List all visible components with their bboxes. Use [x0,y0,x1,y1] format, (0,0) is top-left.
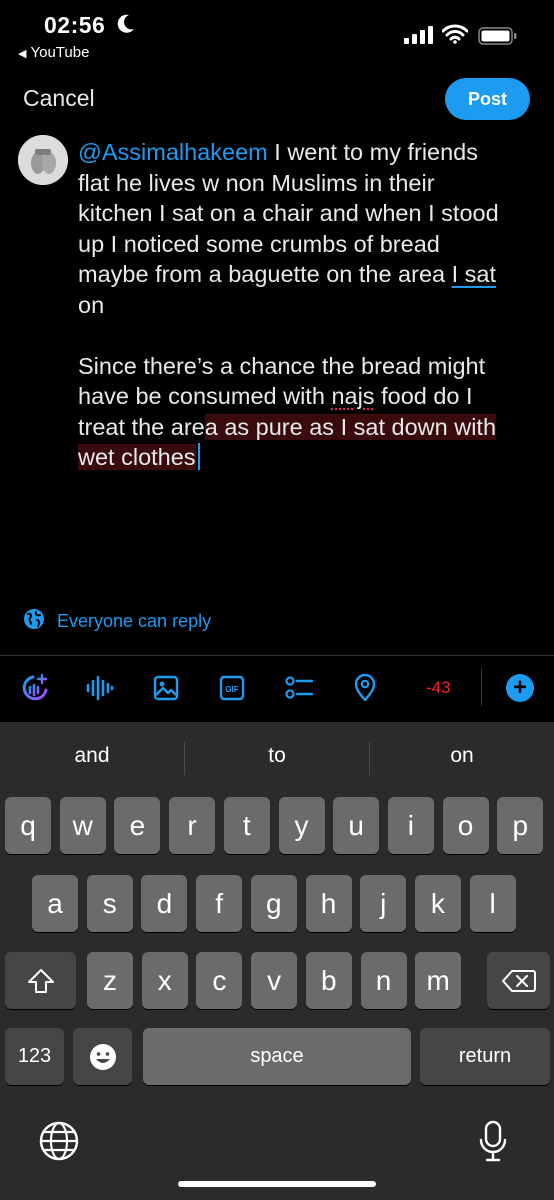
key-n[interactable]: n [360,952,407,1009]
compose-line: treat the area as pure as I sat down wit… [78,413,497,440]
mention-link[interactable]: @Assimalhakeem [78,139,268,165]
numbers-key[interactable]: 123 [5,1028,64,1085]
key-x[interactable]: x [141,952,188,1009]
key-l[interactable]: l [469,875,516,932]
compose-line: up I noticed some crumbs of bread [78,230,440,257]
poll-icon[interactable] [284,673,314,703]
suggestion-1[interactable]: and [0,744,184,768]
key-e[interactable]: e [114,797,161,854]
wifi-icon [441,24,469,49]
gif-icon[interactable]: GIF [217,673,247,703]
spellcheck-underline[interactable]: najs [331,383,374,409]
key-k[interactable]: k [414,875,461,932]
key-q[interactable]: q [5,797,51,854]
svg-text:GIF: GIF [225,685,238,694]
globe-keyboard-icon[interactable] [38,1120,80,1167]
autocorrect-underline[interactable]: I sat [452,261,496,287]
key-f[interactable]: f [196,875,243,932]
key-i[interactable]: i [387,797,434,854]
compose-line: flat he lives w non Muslims in their [78,169,435,196]
back-to-app-link[interactable]: ◀ YouTube [18,44,89,61]
compose-line: @Assimalhakeem I went to my friends [78,139,479,165]
over-limit-highlight: wet clothes [78,444,196,470]
location-icon[interactable] [350,673,380,703]
key-r[interactable]: r [169,797,216,854]
compose-line: kitchen I sat on a chair and when I stoo… [78,200,499,226]
key-d[interactable]: d [141,875,188,932]
compose-text-area[interactable]: @Assimalhakeem I went to my friends flat… [78,137,543,473]
post-button[interactable]: Post [445,78,530,120]
avatar[interactable] [18,135,68,185]
key-m[interactable]: m [415,952,462,1009]
keyboard: and to on qwertyuiop asdfghjkl zxcvbnm 1… [0,722,554,1200]
key-j[interactable]: j [360,875,407,932]
back-triangle-icon: ◀ [18,48,27,60]
status-bar: 02:56 ◀ YouTube [0,0,554,70]
compose-line: on [78,291,105,318]
battery-icon [478,27,518,50]
compose-line: wet clothes [78,442,543,473]
compose-line: Since there’s a chance the bread might [78,352,486,379]
moon-icon [117,14,135,39]
compose-line: maybe from a baguette on the area I sat [78,261,497,287]
back-app-label: YouTube [30,44,90,61]
backspace-icon [501,969,536,992]
over-limit-highlight: a as pure as I sat down with [204,413,497,440]
add-post-button[interactable]: + [506,674,534,702]
key-a[interactable]: a [32,875,78,932]
divider [0,655,554,656]
space-key[interactable]: space [143,1028,411,1085]
avatar-image [18,135,68,185]
shift-key[interactable] [5,952,76,1009]
suggestion-3[interactable]: on [370,744,554,768]
toolbar-divider [481,668,482,706]
key-t[interactable]: t [223,797,270,854]
image-icon[interactable] [151,673,181,703]
emoji-key[interactable] [73,1028,132,1085]
grok-icon[interactable] [20,673,50,703]
key-u[interactable]: u [333,797,380,854]
compose-toolbar: GIF [0,660,554,718]
suggestion-2[interactable]: to [185,744,369,768]
audio-icon[interactable] [85,673,115,703]
globe-icon [23,608,45,635]
compose-line: have be consumed with najs food do I [78,383,473,409]
shift-icon [27,968,54,993]
plus-icon: + [512,674,527,701]
home-indicator [178,1181,376,1187]
key-b[interactable]: b [305,952,352,1009]
reply-setting-button[interactable]: Everyone can reply [23,608,211,635]
microphone-icon[interactable] [478,1120,508,1169]
key-c[interactable]: c [196,952,243,1009]
key-y[interactable]: y [278,797,325,854]
key-g[interactable]: g [250,875,297,932]
key-w[interactable]: w [59,797,106,854]
return-key[interactable]: return [420,1028,550,1085]
key-p[interactable]: p [497,797,544,854]
key-s[interactable]: s [86,875,133,932]
character-count: -43 [426,678,451,697]
key-o[interactable]: o [442,797,489,854]
cancel-button[interactable]: Cancel [23,85,95,112]
key-z[interactable]: z [87,952,133,1009]
key-h[interactable]: h [305,875,352,932]
delete-key[interactable] [487,952,550,1009]
cellular-signal-icon [404,26,434,49]
key-v[interactable]: v [251,952,298,1009]
emoji-icon [89,1043,116,1070]
status-time: 02:56 [44,12,106,38]
reply-setting-label: Everyone can reply [57,611,212,631]
text-caret [197,443,200,470]
